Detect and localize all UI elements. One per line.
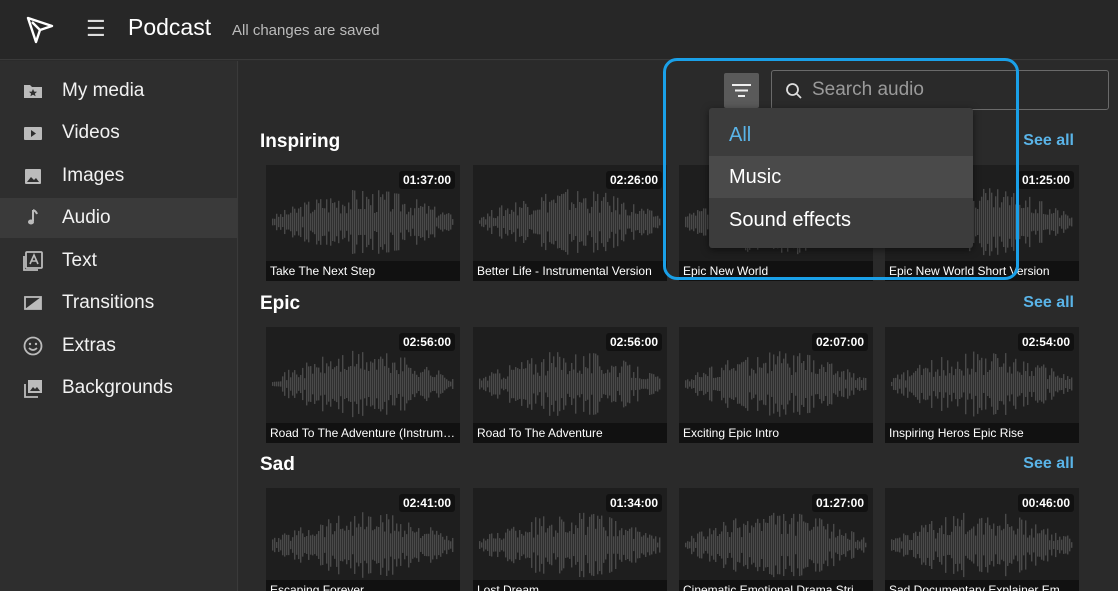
audio-card[interactable]: 02:07:00 Exciting Epic Intro	[679, 327, 873, 443]
sidebar-item-label: My media	[62, 80, 144, 102]
audio-card[interactable]: 01:37:00 Take The Next Step	[266, 165, 460, 281]
waveform-icon	[272, 347, 454, 421]
audio-title: Take The Next Step	[266, 261, 460, 281]
audio-duration: 02:41:00	[399, 494, 455, 512]
filter-icon	[724, 73, 759, 108]
sidebar-item-backgrounds[interactable]: Backgrounds	[0, 368, 238, 408]
audio-duration: 01:25:00	[1018, 171, 1074, 189]
waveform-icon	[479, 347, 661, 421]
filter-option-label: All	[729, 124, 751, 147]
audio-duration: 01:27:00	[812, 494, 868, 512]
see-all-link[interactable]: See all	[1023, 455, 1074, 473]
waveform-icon	[272, 185, 454, 259]
sidebar-item-label: Backgrounds	[62, 377, 173, 399]
filter-dropdown: All Music Sound effects	[709, 108, 973, 248]
audio-title: Cinematic Emotional Drama Strings	[679, 580, 873, 591]
audio-title: Inspiring Heros Epic Rise	[885, 423, 1079, 443]
audio-title: Epic New World Short Version	[885, 261, 1079, 281]
audio-card[interactable]: 01:27:00 Cinematic Emotional Drama Strin…	[679, 488, 873, 591]
audio-duration: 02:26:00	[606, 171, 662, 189]
sidebar-item-my-media[interactable]: My media	[0, 71, 238, 111]
audio-card[interactable]: 02:54:00 Inspiring Heros Epic Rise	[885, 327, 1079, 443]
app-logo-icon[interactable]	[26, 16, 54, 44]
audio-card[interactable]: 00:46:00 Sad Documentary Explainer Emoti…	[885, 488, 1079, 591]
audio-card[interactable]: 01:34:00 Lost Dream	[473, 488, 667, 591]
smiley-icon	[22, 335, 44, 357]
audio-title: Lost Dream	[473, 580, 667, 591]
backgrounds-icon	[22, 377, 44, 399]
sidebar-item-images[interactable]: Images	[0, 156, 238, 196]
audio-title: Better Life - Instrumental Version	[473, 261, 667, 281]
audio-duration: 02:07:00	[812, 333, 868, 351]
search-icon	[784, 81, 804, 101]
sidebar-item-transitions[interactable]: Transitions	[0, 283, 238, 323]
section-title: Epic	[260, 293, 300, 315]
audio-title: Escaping Forever	[266, 580, 460, 591]
waveform-icon	[685, 508, 867, 582]
audio-duration: 01:37:00	[399, 171, 455, 189]
audio-card[interactable]: 02:26:00 Better Life - Instrumental Vers…	[473, 165, 667, 281]
section-title: Inspiring	[260, 131, 340, 153]
sidebar-item-label: Extras	[62, 335, 116, 357]
audio-title: Road To The Adventure	[473, 423, 667, 443]
filter-option-sound-effects[interactable]: Sound effects	[709, 199, 973, 241]
waveform-icon	[891, 508, 1073, 582]
video-icon	[22, 122, 44, 144]
section-title: Sad	[260, 454, 295, 476]
filter-button[interactable]	[724, 73, 759, 108]
sidebar-item-text[interactable]: Text	[0, 241, 238, 281]
audio-title: Sad Documentary Explainer Emotional	[885, 580, 1079, 591]
audio-duration: 00:46:00	[1018, 494, 1074, 512]
audio-duration: 02:54:00	[1018, 333, 1074, 351]
filter-option-music[interactable]: Music	[709, 156, 973, 198]
waveform-icon	[479, 508, 661, 582]
sidebar-item-label: Transitions	[62, 292, 154, 314]
sidebar-item-label: Videos	[62, 122, 120, 144]
waveform-icon	[685, 347, 867, 421]
top-bar: ☰ Podcast All changes are saved	[0, 0, 1118, 60]
audio-duration: 02:56:00	[399, 333, 455, 351]
sidebar-item-videos[interactable]: Videos	[0, 113, 238, 153]
sidebar-item-label: Images	[62, 165, 124, 187]
sidebar-item-audio[interactable]: Audio	[0, 198, 238, 238]
audio-card[interactable]: 02:56:00 Road To The Adventure (Instrume…	[266, 327, 460, 443]
audio-duration: 01:34:00	[606, 494, 662, 512]
see-all-link[interactable]: See all	[1023, 132, 1074, 150]
waveform-icon	[479, 185, 661, 259]
audio-title: Exciting Epic Intro	[679, 423, 873, 443]
search-input[interactable]	[812, 77, 1097, 103]
search-box[interactable]	[771, 70, 1109, 110]
transition-icon	[22, 292, 44, 314]
sidebar: My media Videos Images Audio Text	[0, 61, 238, 591]
sidebar-item-label: Audio	[62, 207, 111, 229]
folder-star-icon	[22, 80, 44, 102]
project-title[interactable]: Podcast	[128, 14, 211, 41]
filter-option-label: Sound effects	[729, 209, 851, 232]
see-all-link[interactable]: See all	[1023, 294, 1074, 312]
audio-card[interactable]: 02:41:00 Escaping Forever	[266, 488, 460, 591]
audio-duration: 02:56:00	[606, 333, 662, 351]
sidebar-item-extras[interactable]: Extras	[0, 326, 238, 366]
image-icon	[22, 165, 44, 187]
sidebar-item-label: Text	[62, 250, 97, 272]
audio-title: Epic New World	[679, 261, 873, 281]
audio-card[interactable]: 02:56:00 Road To The Adventure	[473, 327, 667, 443]
save-status: All changes are saved	[232, 22, 380, 39]
waveform-icon	[891, 347, 1073, 421]
filter-option-all[interactable]: All	[709, 114, 973, 156]
waveform-icon	[272, 508, 454, 582]
audio-title: Road To The Adventure (Instrumental)	[266, 423, 460, 443]
menu-icon[interactable]: ☰	[86, 17, 106, 41]
music-note-icon	[22, 207, 44, 229]
text-icon	[22, 250, 44, 272]
filter-option-label: Music	[729, 166, 781, 189]
